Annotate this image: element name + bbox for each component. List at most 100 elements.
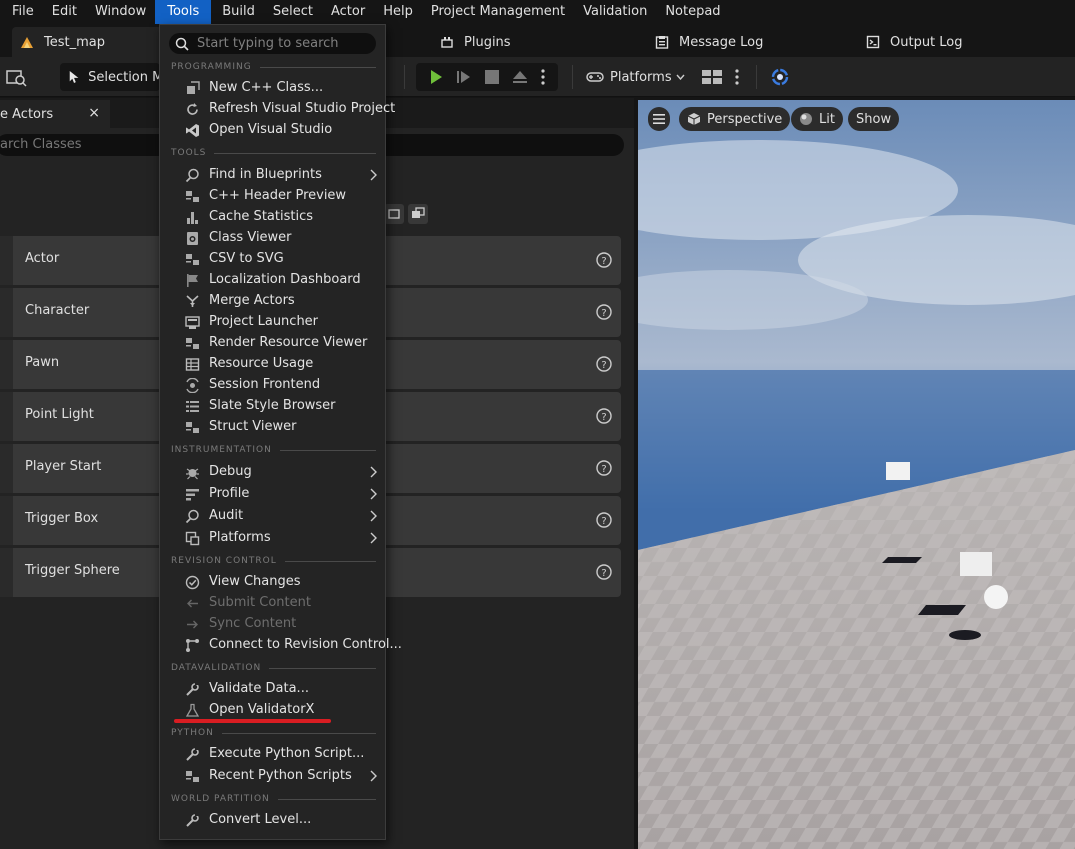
perspective-button[interactable]: Perspective <box>679 107 791 131</box>
flag-icon <box>187 274 198 287</box>
menu-window[interactable]: Window <box>86 0 155 24</box>
help-icon[interactable]: ? <box>596 460 612 476</box>
level-viewport[interactable]: Perspective Lit Show <box>638 100 1075 849</box>
menu-select[interactable]: Select <box>264 0 322 24</box>
menu-item-struct-viewer[interactable]: Struct Viewer <box>160 417 385 438</box>
more-vertical-icon <box>541 69 545 85</box>
menu-item-class-viewer[interactable]: Class Viewer <box>160 228 385 249</box>
selection-mode-dropdown[interactable]: Selection Mo <box>60 63 160 91</box>
menu-help[interactable]: Help <box>374 0 422 24</box>
menu-item-refresh-vs-project[interactable]: Refresh Visual Studio Project <box>160 99 395 120</box>
stop-button[interactable] <box>478 63 506 91</box>
platforms-dropdown[interactable]: Platforms <box>586 63 686 91</box>
content-browser-button[interactable] <box>2 63 30 91</box>
cube-actor[interactable] <box>886 462 910 480</box>
toolbar-more-button[interactable] <box>728 63 746 91</box>
eject-icon <box>513 71 527 83</box>
help-icon[interactable]: ? <box>596 252 612 268</box>
hamburger-icon <box>653 114 665 124</box>
menu-actor[interactable]: Actor <box>322 0 374 24</box>
viewport-options-button[interactable] <box>648 107 670 131</box>
skip-forward-icon <box>457 71 470 83</box>
menu-item-csv-to-svg[interactable]: CSV to SVG <box>160 249 385 270</box>
menu-item-slate-style-browser[interactable]: Slate Style Browser <box>160 396 385 417</box>
stop-icon <box>485 70 499 84</box>
svg-text:?: ? <box>601 308 606 319</box>
menu-item-cache-statistics[interactable]: Cache Statistics <box>160 207 385 228</box>
list-item-label: Point Light <box>25 407 94 422</box>
menu-item-new-cpp-class[interactable]: New C++ Class... <box>160 78 385 99</box>
menu-item-localization-dashboard[interactable]: Localization Dashboard <box>160 270 385 291</box>
menu-edit[interactable]: Edit <box>43 0 86 24</box>
tab-message-log[interactable]: Message Log <box>655 27 763 57</box>
play-button[interactable] <box>422 63 450 91</box>
help-icon[interactable]: ? <box>596 512 612 528</box>
menu-item-connect-revision-control[interactable]: Connect to Revision Control... <box>160 635 402 656</box>
content-browser-icon <box>6 70 27 87</box>
place-actors-tab[interactable]: e Actors × <box>0 100 110 128</box>
menu-item-project-launcher[interactable]: Project Launcher <box>160 312 385 333</box>
menu-tools[interactable]: Tools <box>155 0 212 24</box>
tab-label: Output Log <box>890 34 963 50</box>
menu-item-render-resource-viewer[interactable]: Render Resource Viewer <box>160 333 385 354</box>
sphere-actor[interactable] <box>984 585 1008 609</box>
menu-build[interactable]: Build <box>211 0 264 24</box>
menu-item-recent-python-scripts[interactable]: Recent Python Scripts <box>160 766 385 787</box>
tab-test-map[interactable]: Test_map <box>12 27 162 57</box>
search-icon <box>175 37 189 51</box>
help-icon[interactable]: ? <box>596 408 612 424</box>
help-icon[interactable]: ? <box>596 564 612 580</box>
menu-item-sync-content[interactable]: Sync Content <box>160 614 385 635</box>
toolbar-divider <box>404 65 405 89</box>
menu-item-validate-data[interactable]: Validate Data... <box>160 679 385 700</box>
menu-item-profile[interactable]: Profile <box>160 484 385 505</box>
toolbar-divider <box>572 65 573 89</box>
menu-item-platforms[interactable]: Platforms <box>160 528 385 549</box>
help-icon[interactable]: ? <box>596 356 612 372</box>
cube-actor[interactable] <box>960 552 992 576</box>
menu-search-input[interactable]: Start typing to search <box>169 33 376 54</box>
menu-item-debug[interactable]: Debug <box>160 462 385 483</box>
list-item-thumbnail <box>0 340 13 389</box>
menu-notepad[interactable]: Notepad <box>656 0 729 24</box>
menu-project-management[interactable]: Project Management <box>422 0 574 24</box>
section-revision-control: REVISION CONTROL <box>171 555 376 567</box>
filter-button[interactable] <box>384 204 404 224</box>
menu-file[interactable]: File <box>0 0 43 24</box>
revision-control-button[interactable] <box>768 63 792 91</box>
chevron-right-icon <box>370 510 377 522</box>
refresh-icon <box>187 103 198 115</box>
shadow <box>949 630 981 640</box>
filter-button[interactable] <box>408 204 428 224</box>
help-icon[interactable]: ? <box>596 304 612 320</box>
menu-item-open-visual-studio[interactable]: Open Visual Studio <box>160 120 385 141</box>
tab-label: Plugins <box>464 34 511 50</box>
play-options-button[interactable] <box>534 63 552 91</box>
menu-item-open-validatorx[interactable]: Open ValidatorX <box>160 700 385 721</box>
menu-item-session-frontend[interactable]: Session Frontend <box>160 375 385 396</box>
section-datavalidation: DATAVALIDATION <box>171 662 376 674</box>
menu-validation[interactable]: Validation <box>574 0 656 24</box>
menu-item-submit-content[interactable]: Submit Content <box>160 593 385 614</box>
menu-item-cpp-header-preview[interactable]: C++ Header Preview <box>160 186 385 207</box>
show-button[interactable]: Show <box>848 107 900 131</box>
menu-item-resource-usage[interactable]: Resource Usage <box>160 354 385 375</box>
tab-plugins[interactable]: Plugins <box>440 27 511 57</box>
eject-button[interactable] <box>506 63 534 91</box>
merge-icon <box>186 295 199 307</box>
menu-item-audit[interactable]: Audit <box>160 506 385 527</box>
step-button[interactable] <box>450 63 478 91</box>
menu-item-view-changes[interactable]: View Changes <box>160 572 385 593</box>
tab-output-log[interactable]: Output Log <box>866 27 963 57</box>
layout-button[interactable] <box>700 63 724 91</box>
bar-chart-icon <box>187 212 198 224</box>
menu-item-merge-actors[interactable]: Merge Actors <box>160 291 385 312</box>
tab-label: Message Log <box>679 34 764 50</box>
menu-item-find-in-blueprints[interactable]: Find in Blueprints <box>160 165 385 186</box>
lit-button[interactable]: Lit <box>791 107 843 131</box>
chevron-right-icon <box>370 169 377 181</box>
close-icon[interactable]: × <box>88 105 100 121</box>
menu-item-convert-level[interactable]: Convert Level... <box>160 810 385 831</box>
play-icon <box>431 70 442 84</box>
menu-item-execute-python-script[interactable]: Execute Python Script... <box>160 744 385 765</box>
